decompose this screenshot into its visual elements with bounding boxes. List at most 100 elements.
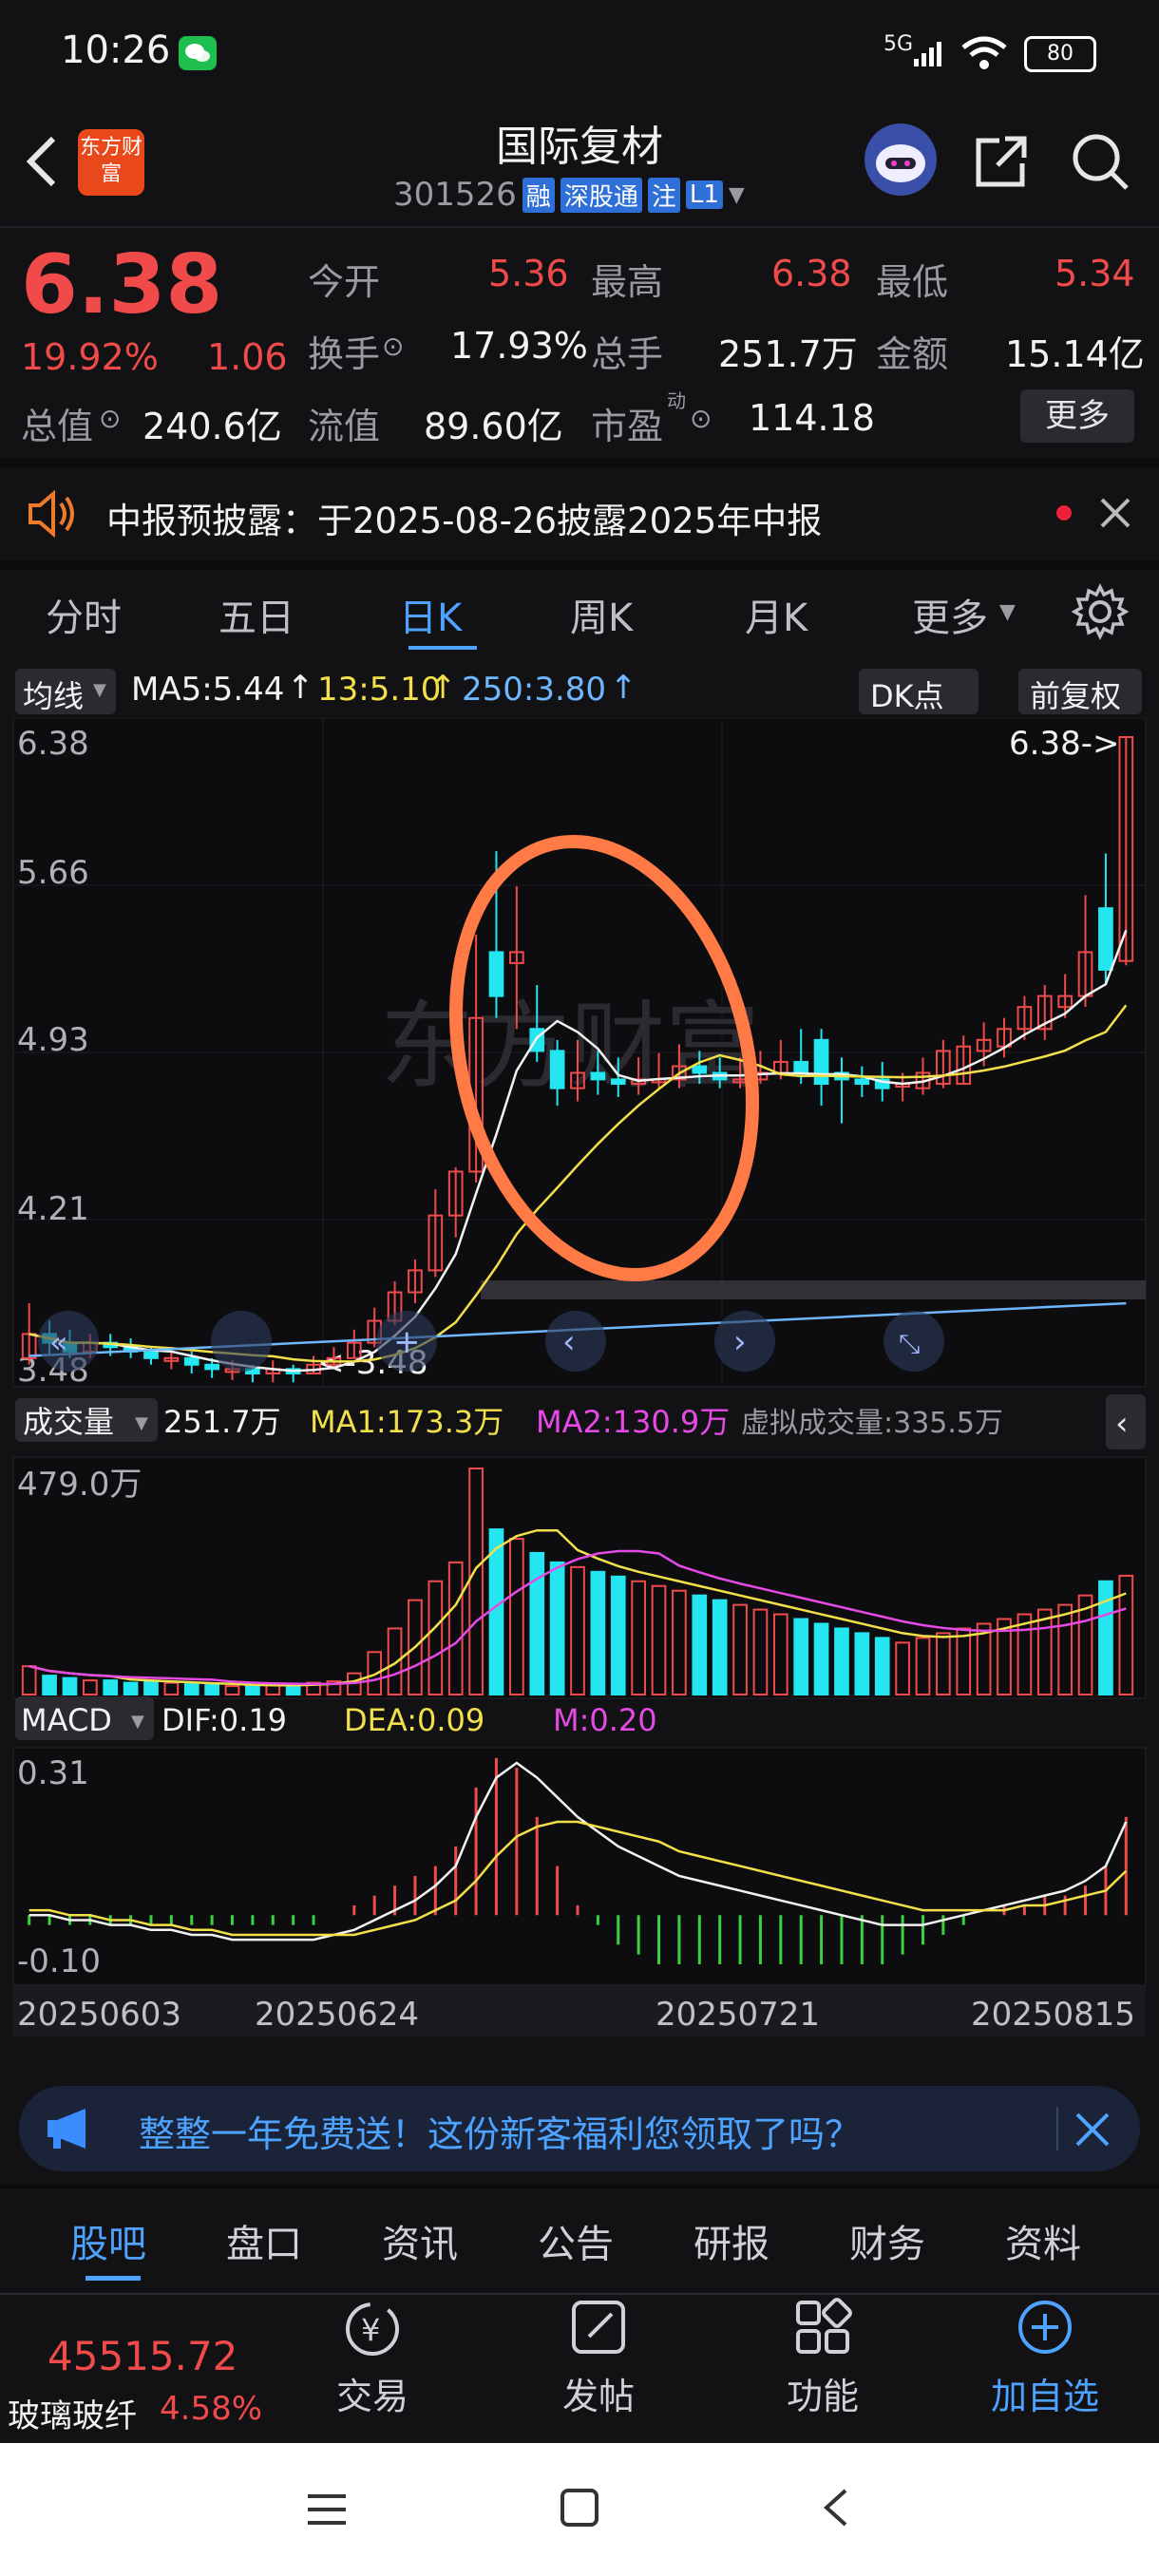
high-value: 6.38 (771, 253, 852, 294)
back-nav-icon[interactable] (817, 2485, 855, 2534)
unread-dot (1056, 505, 1072, 521)
amount-value: 15.14亿 (1005, 333, 1145, 375)
amount-label: 金额 (876, 333, 949, 375)
promo-banner[interactable]: 整整一年免费送！这份新客福利您领取了吗？ (19, 2086, 1140, 2171)
pe-label: 市盈 (591, 406, 664, 447)
menu-icon[interactable] (304, 2491, 350, 2532)
change-amount: 1.06 (207, 336, 288, 378)
chart-nav-left-fast[interactable] (38, 1311, 99, 1372)
tab-monthly-k[interactable]: 月K (745, 587, 808, 642)
price-adjust-button[interactable]: 前复权 (1018, 669, 1142, 714)
search-icon[interactable] (1070, 131, 1130, 196)
tab-order-book[interactable]: 盘口 (226, 2213, 302, 2268)
more-quote-button[interactable]: 更多 (1020, 389, 1134, 443)
sector-index-widget[interactable]: 45515.72 玻璃玻纤 4.58% (0, 2295, 285, 2439)
volume-bar (834, 1627, 849, 1695)
price-axis-top: 6.38 (17, 725, 89, 763)
indicator-selector-label: 均线 (23, 678, 85, 714)
notice-close-icon[interactable] (1098, 496, 1132, 534)
volume-bar (204, 1684, 219, 1695)
pe-dynamic-mark: 动 (667, 389, 686, 412)
nav-trade[interactable]: ¥ 交易 (277, 2297, 467, 2419)
tab-more[interactable]: 更多 (912, 587, 988, 642)
turnover-label: 换手 (308, 333, 381, 375)
current-price: 6.38 (21, 237, 223, 332)
candle-body (590, 1071, 606, 1081)
volume-bar (183, 1683, 200, 1696)
nav-post[interactable]: 发帖 (504, 2297, 694, 2419)
tab-more-dropdown-icon: ▼ (999, 600, 1016, 624)
tab-guba[interactable]: 股吧 (70, 2213, 146, 2268)
turnover-info-icon[interactable]: ⊙ (382, 331, 404, 362)
pe-info-icon[interactable]: ⊙ (690, 403, 712, 434)
low-label: 最低 (876, 261, 949, 303)
tab-financials[interactable]: 财务 (849, 2213, 925, 2268)
date-axis-1: 20250603 (17, 1996, 181, 2034)
volume-bar (529, 1551, 545, 1695)
indicator-selector[interactable]: 均线 ▼ (15, 669, 116, 714)
volume-ma2: MA2:130.9万 (536, 1404, 730, 1440)
active-tab-indicator (408, 646, 477, 650)
sector-index-change: 4.58% (160, 2390, 263, 2428)
volume-bar (854, 1632, 870, 1696)
system-nav-bar (0, 2443, 1159, 2576)
candle-body (692, 1065, 708, 1074)
share-icon[interactable] (971, 131, 1032, 196)
assistant-avatar[interactable] (864, 123, 937, 196)
macd-axis-min: -0.10 (17, 1942, 101, 1980)
open-value: 5.36 (488, 253, 569, 294)
date-axis-4: 20250815 (971, 1996, 1135, 2034)
macd-dif: DIF:0.19 (162, 1702, 287, 1738)
indicator-dropdown-icon: ▼ (93, 680, 106, 700)
badge-margin: 融 (522, 177, 555, 213)
notice-text[interactable]: 中报预披露：于2025-08-26披露2025年中报 (106, 492, 822, 543)
tab-intraday[interactable]: 分时 (46, 587, 122, 642)
volume-bar (42, 1675, 57, 1695)
plus-icon: + (393, 1323, 421, 1361)
dk-point-button[interactable]: DK点 (859, 669, 978, 714)
home-icon[interactable] (559, 2487, 600, 2532)
promo-close-icon[interactable] (1074, 2111, 1112, 2152)
volume-bar (692, 1594, 708, 1695)
stock-code-row[interactable]: 301526 融 深股通 注 L1 ▼ (393, 175, 745, 215)
candle-body (854, 1078, 870, 1086)
volume-bar (143, 1680, 159, 1696)
volume-bar (549, 1561, 565, 1695)
wechat-notification-icon (179, 36, 217, 70)
tab-announcements[interactable]: 公告 (538, 2213, 614, 2268)
tab-research[interactable]: 研报 (694, 2213, 770, 2268)
chart-settings-gear-icon[interactable] (1071, 583, 1130, 644)
nav-trade-label: 交易 (335, 2376, 408, 2417)
tab-profile[interactable]: 资料 (1005, 2213, 1081, 2268)
macd-dea: DEA:0.09 (344, 1702, 484, 1738)
badge-level1: L1 (685, 180, 723, 209)
scroll-track[interactable] (481, 1280, 1146, 1299)
tab-news[interactable]: 资讯 (382, 2213, 458, 2268)
tab-daily-k[interactable]: 日K (399, 587, 462, 642)
volume-axis-max: 479.0万 (17, 1466, 142, 1504)
volume-bar (123, 1681, 139, 1696)
candle-body (813, 1038, 829, 1086)
post-edit-icon (572, 2301, 625, 2354)
macd-selector-label: MACD (21, 1702, 112, 1738)
tab-five-day[interactable]: 五日 (218, 587, 294, 642)
status-time: 10:26 (61, 28, 171, 72)
market-cap-label: 总值 (21, 406, 94, 447)
nav-functions[interactable]: 功能 (728, 2297, 918, 2419)
pe-value: 114.18 (749, 397, 875, 439)
volume-bar (712, 1599, 728, 1695)
chart-zoom-out[interactable] (211, 1311, 272, 1372)
kline-chart[interactable]: 东方财富 6.38 5.66 4.93 4.21 3.48 6.38-> <-3… (0, 718, 1159, 2071)
tab-weekly-k[interactable]: 周K (570, 587, 633, 642)
market-cap-info-icon[interactable]: ⊙ (99, 403, 121, 434)
trade-yen-icon: ¥ (346, 2302, 399, 2356)
chart-nav-left[interactable] (545, 1311, 606, 1372)
candle-body (488, 951, 504, 997)
badge-dropdown-icon: ▼ (728, 182, 745, 207)
market-cap-value: 240.6亿 (142, 406, 282, 447)
candle-body (143, 1350, 159, 1359)
promo-divider (1056, 2107, 1058, 2150)
candle-body (610, 1078, 626, 1086)
nav-add-watchlist[interactable]: 加自选 (950, 2297, 1140, 2419)
candle-body (183, 1356, 200, 1366)
